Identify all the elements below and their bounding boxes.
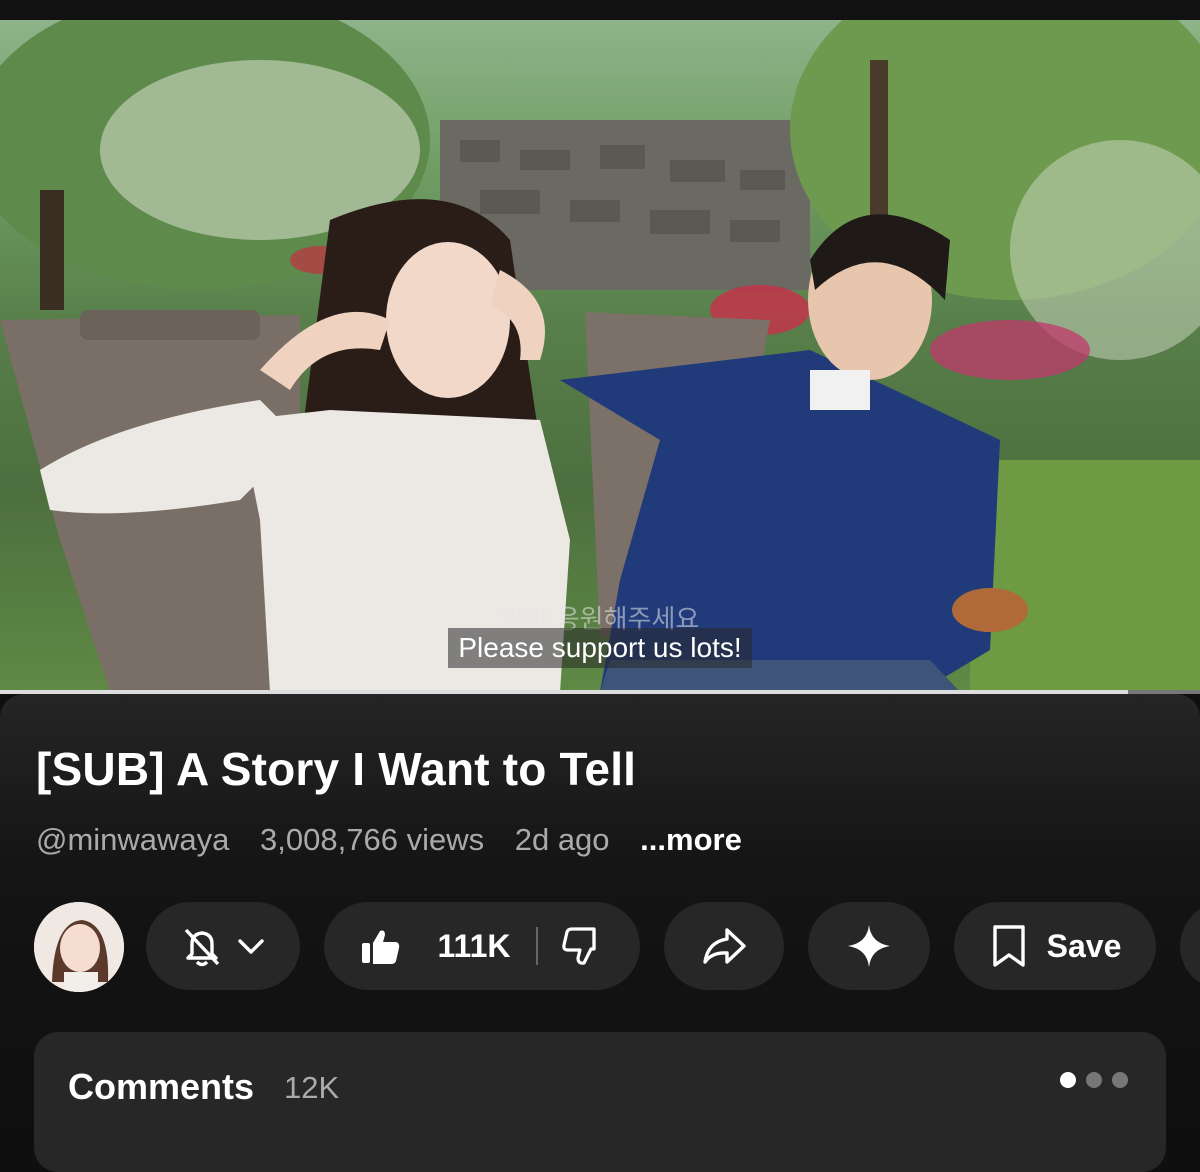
caption-english: Please support us lots! — [448, 628, 752, 668]
comments-title: Comments — [68, 1066, 255, 1107]
like-count[interactable]: 111K — [438, 928, 511, 965]
upload-age: 2d ago — [514, 822, 610, 857]
channel-avatar[interactable] — [34, 902, 124, 992]
avatar-image — [34, 902, 124, 992]
video-frame — [0, 20, 1200, 692]
like-dislike-group: 111K — [324, 902, 640, 990]
status-bar — [0, 0, 1200, 20]
share-button[interactable] — [664, 902, 784, 990]
sparkle-icon — [848, 925, 890, 967]
subscription-notify-button[interactable] — [146, 902, 300, 990]
bookmark-icon — [992, 925, 1025, 967]
save-label: Save — [1046, 927, 1122, 964]
caption: 많이 응원해주세요 Please support us lots! — [0, 606, 1200, 668]
more-actions-button[interactable] — [1180, 902, 1200, 990]
save-button[interactable]: Save — [954, 902, 1156, 990]
carousel-dot — [1112, 1072, 1128, 1088]
like-divider — [536, 927, 539, 965]
more-link[interactable]: ...more — [640, 822, 742, 857]
video-player[interactable]: 많이 응원해주세요 Please support us lots! — [0, 20, 1200, 692]
thumb-up-icon[interactable] — [358, 923, 404, 969]
view-count: 3,008,766 views — [260, 822, 485, 857]
carousel-dots — [1060, 1072, 1128, 1088]
thumb-down-icon[interactable] — [560, 923, 606, 969]
carousel-dot — [1086, 1072, 1102, 1088]
ask-button[interactable] — [808, 902, 930, 990]
comments-count: 12K — [284, 1070, 340, 1105]
video-meta[interactable]: @minwawaya 3,008,766 views 2d ago ...mor… — [36, 822, 764, 858]
action-bar: 111K Save — [0, 902, 1200, 992]
video-title: [SUB] A Story I Want to Tell — [36, 743, 637, 795]
carousel-dot — [1060, 1072, 1076, 1088]
chevron-down-icon — [238, 939, 264, 954]
comments-section[interactable]: Comments 12K — [34, 1032, 1166, 1172]
bell-off-icon — [184, 928, 220, 967]
share-icon — [703, 928, 746, 964]
channel-handle[interactable]: @minwawaya — [36, 822, 229, 857]
